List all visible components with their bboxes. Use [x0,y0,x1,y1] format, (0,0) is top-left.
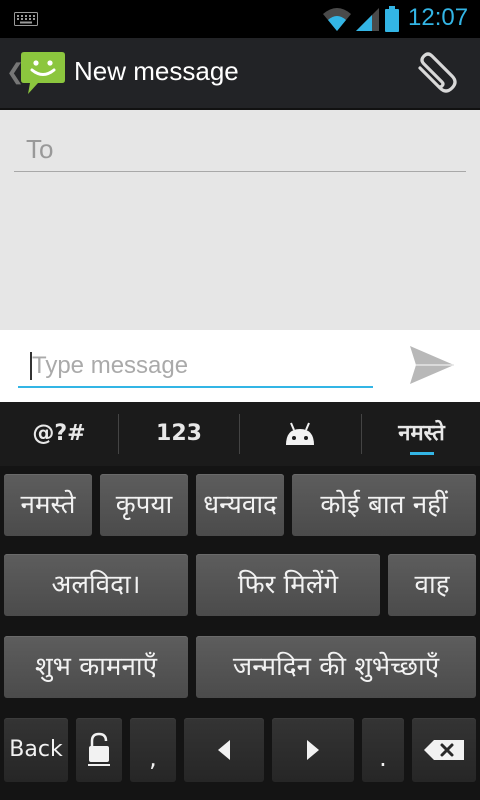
phrase-key[interactable]: कृपया [100,474,188,536]
compose-row: Type message [0,330,480,402]
message-input[interactable]: Type message [18,344,373,388]
tab-android[interactable] [241,402,359,466]
lock-icon [88,732,110,766]
phrase-key[interactable]: नमस्ते [4,474,92,536]
tab-numbers[interactable]: 123 [120,402,238,466]
phrase-key[interactable]: धन्यवाद [196,474,284,536]
arrow-left-icon [218,740,230,760]
phrase-key[interactable]: अलविदा। [4,554,188,616]
status-bar: 12:07 [0,0,480,38]
phrase-key[interactable]: जन्मदिन की शुभेच्छाएँ [196,636,476,698]
back-key[interactable]: Back [4,718,68,782]
phrase-key[interactable]: कोई बात नहीं [292,474,476,536]
lock-key[interactable] [76,718,122,782]
phrase-key[interactable]: शुभ कामनाएँ [4,636,188,698]
backspace-icon [424,740,464,760]
comma-key[interactable]: , [130,718,176,782]
divider [239,414,240,454]
wifi-icon [323,8,351,31]
period-key[interactable]: . [362,718,404,782]
battery-icon [385,6,399,32]
send-icon[interactable] [402,342,458,388]
keyboard-icon [14,12,38,26]
active-tab-indicator [410,452,434,455]
cursor-left-key[interactable] [184,718,264,782]
messaging-app-icon[interactable] [20,50,66,96]
android-icon [286,422,314,445]
divider [118,414,119,454]
status-time: 12:07 [408,4,469,31]
phrase-key[interactable]: फिर मिलेंगे [196,554,380,616]
cursor-right-key[interactable] [272,718,354,782]
page-title: New message [74,56,239,86]
arrow-right-icon [307,740,319,760]
action-bar: ❮ New message [0,38,480,110]
message-placeholder: Type message [32,352,189,379]
phrase-key[interactable]: वाह [388,554,476,616]
to-placeholder: To [26,134,54,164]
backspace-key[interactable] [412,718,476,782]
to-field[interactable]: To [14,128,466,172]
tab-symbols[interactable]: @?# [0,402,118,466]
signal-icon [356,8,379,31]
divider [361,414,362,454]
soft-keyboard: @?# 123 नमस्ते नमस्ते कृपया धन्यवाद कोई … [0,402,480,800]
tab-hindi-phrases[interactable]: नमस्ते [363,402,480,466]
paperclip-icon[interactable] [412,52,462,96]
recipient-area: To [0,110,480,330]
keyboard-mode-bar: @?# 123 नमस्ते [0,402,480,466]
